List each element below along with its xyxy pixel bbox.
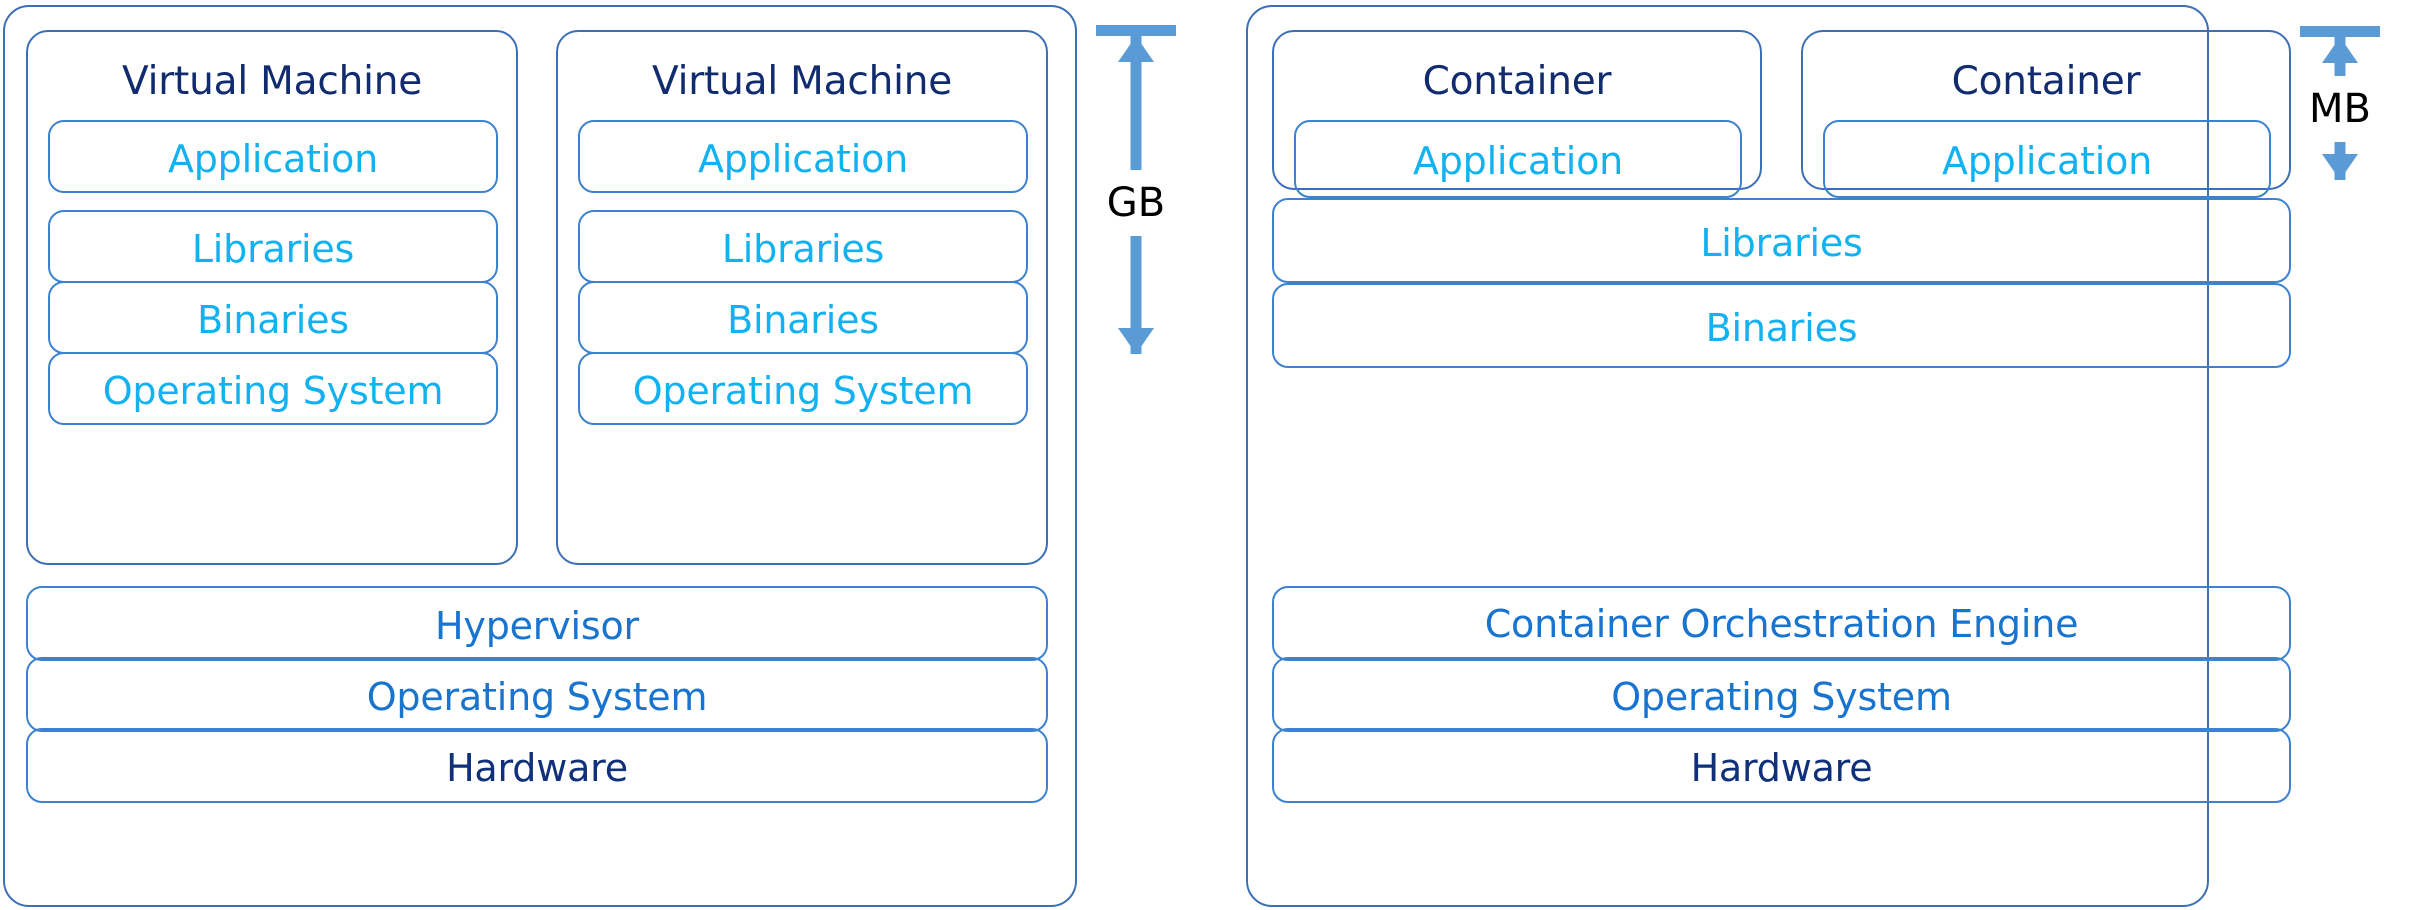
vm-1-layer-binaries[interactable]: Binaries xyxy=(48,281,498,354)
container-1-title: Container xyxy=(1422,59,1612,104)
virtual-machine-1[interactable]: Virtual Machine Application Libraries Bi… xyxy=(26,30,518,565)
container-2-layer-application[interactable]: Application xyxy=(1823,120,2271,198)
vm-1-title: Virtual Machine xyxy=(121,59,423,104)
container-1-layer-application-label: Application xyxy=(1412,139,1624,183)
container-base-layer-hardware-label: Hardware xyxy=(1690,746,1873,790)
container-shared-layer-libraries-label: Libraries xyxy=(1700,221,1863,265)
vm-1-layer-application-label: Application xyxy=(167,137,379,181)
container-shared-layer-binaries[interactable]: Binaries xyxy=(1272,283,2291,368)
virtual-machine-2[interactable]: Virtual Machine Application Libraries Bi… xyxy=(556,30,1048,565)
vm-2-layer-libraries[interactable]: Libraries xyxy=(578,210,1028,283)
container-shared-layer-binaries-label: Binaries xyxy=(1705,306,1858,350)
container-base-layer-orchestration-engine-label: Container Orchestration Engine xyxy=(1484,602,2079,646)
vm-base-layer-operating-system-label: Operating System xyxy=(366,675,708,719)
gb-measure-arrow: GB xyxy=(1092,25,1180,365)
container-2[interactable]: Container Application xyxy=(1801,30,2291,198)
vm-2-layer-application-label: Application xyxy=(697,137,909,181)
container-base-layer-hardware[interactable]: Hardware xyxy=(1272,728,2291,803)
diagram-canvas: Virtual Machine Application Libraries Bi… xyxy=(0,0,2436,910)
mb-arrow-label: MB xyxy=(2295,76,2385,142)
container-1-layer-application[interactable]: Application xyxy=(1294,120,1742,198)
vm-2-layer-operating-system[interactable]: Operating System xyxy=(578,352,1028,425)
mb-arrow-head-up xyxy=(2322,37,2358,63)
vm-base-layer-hypervisor[interactable]: Hypervisor xyxy=(26,586,1048,661)
gb-arrow-label: GB xyxy=(1092,170,1180,236)
vm-base-layer-operating-system[interactable]: Operating System xyxy=(26,657,1048,732)
vm-2-title: Virtual Machine xyxy=(651,59,953,104)
vm-1-layer-operating-system-label: Operating System xyxy=(102,369,444,413)
vm-2-layer-operating-system-label: Operating System xyxy=(632,369,974,413)
vm-2-layer-binaries-label: Binaries xyxy=(727,298,879,342)
mb-measure-arrow: MB xyxy=(2295,26,2385,191)
vm-base-layer-hypervisor-label: Hypervisor xyxy=(435,604,639,648)
mb-arrow-top-cap xyxy=(2300,26,2380,37)
vm-1-layer-binaries-label: Binaries xyxy=(197,298,349,342)
container-2-title: Container xyxy=(1951,59,2141,104)
gb-arrow-head-up xyxy=(1118,36,1154,62)
vm-2-layer-binaries[interactable]: Binaries xyxy=(578,281,1028,354)
container-1[interactable]: Container Application xyxy=(1272,30,1762,198)
vm-base-layer-hardware[interactable]: Hardware xyxy=(26,728,1048,803)
container-2-layer-application-label: Application xyxy=(1941,139,2153,183)
container-base-layer-operating-system[interactable]: Operating System xyxy=(1272,657,2291,732)
container-base-layer-operating-system-label: Operating System xyxy=(1611,675,1952,719)
vm-1-layer-operating-system[interactable]: Operating System xyxy=(48,352,498,425)
vm-base-layer-hardware-label: Hardware xyxy=(446,746,628,790)
vm-2-layer-application[interactable]: Application xyxy=(578,120,1028,193)
vm-1-layer-libraries[interactable]: Libraries xyxy=(48,210,498,283)
container-shared-layer-libraries[interactable]: Libraries xyxy=(1272,198,2291,283)
gb-arrow-head-down xyxy=(1118,328,1154,354)
mb-arrow-head-down xyxy=(2322,154,2358,180)
vm-1-layer-application[interactable]: Application xyxy=(48,120,498,193)
gb-arrow-top-cap xyxy=(1096,25,1176,36)
vm-2-layer-libraries-label: Libraries xyxy=(721,227,885,271)
vm-1-layer-libraries-label: Libraries xyxy=(191,227,355,271)
